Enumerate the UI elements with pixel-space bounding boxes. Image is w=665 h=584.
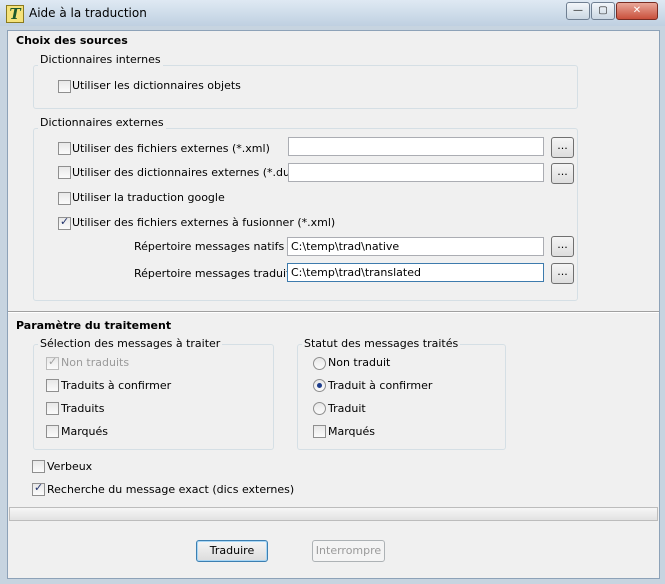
merge-files-label[interactable]: Utiliser des fichiers externes à fusionn… — [72, 216, 335, 229]
translate-button[interactable]: Traduire — [196, 540, 268, 562]
section-separator — [8, 311, 659, 313]
translated-dir-browse-button[interactable]: ... — [551, 263, 574, 284]
select-marques-checkbox[interactable] — [46, 425, 59, 438]
maximize-button[interactable]: ▢ — [591, 2, 615, 20]
message-status-legend: Statut des messages traités — [302, 337, 461, 350]
minimize-button[interactable]: — — [566, 2, 590, 20]
translated-dir-input[interactable]: C:\temp\trad\translated — [287, 263, 544, 282]
select-traduits-label[interactable]: Traduits — [61, 402, 104, 415]
select-non-traduits-label[interactable]: Non traduits — [61, 356, 129, 369]
window-title: Aide à la traduction — [29, 6, 147, 20]
status-a-confirmer-radio[interactable] — [313, 379, 326, 392]
xml-files-browse-button[interactable]: ... — [551, 137, 574, 158]
title-bar[interactable]: T Aide à la traduction — ▢ ✕ — [0, 0, 665, 26]
app-icon: T — [6, 5, 24, 23]
close-button[interactable]: ✕ — [616, 2, 658, 20]
verbose-checkbox[interactable] — [32, 460, 45, 473]
status-traduit-label[interactable]: Traduit — [328, 402, 366, 415]
merge-files-checkbox[interactable] — [58, 215, 71, 230]
exact-search-label[interactable]: Recherche du message exact (dics externe… — [47, 483, 294, 496]
select-marques-label[interactable]: Marqués — [61, 425, 108, 438]
progress-bar — [9, 507, 658, 521]
internal-dictionaries-legend: Dictionnaires internes — [38, 53, 163, 66]
dut-files-path-input[interactable] — [288, 163, 544, 182]
select-a-confirmer-label[interactable]: Traduits à confirmer — [61, 379, 171, 392]
status-non-traduit-radio[interactable] — [313, 357, 326, 370]
status-marques-label[interactable]: Marqués — [328, 425, 375, 438]
select-traduits-checkbox[interactable] — [46, 402, 59, 415]
native-dir-browse-button[interactable]: ... — [551, 236, 574, 257]
dialog-client-area: Choix des sources Dictionnaires internes… — [7, 30, 660, 579]
message-selection-legend: Sélection des messages à traiter — [38, 337, 223, 350]
xml-files-checkbox[interactable] — [58, 142, 71, 155]
interrupt-button[interactable]: Interrompre — [312, 540, 385, 562]
native-dir-label: Répertoire messages natifs : — [134, 240, 292, 253]
status-non-traduit-label[interactable]: Non traduit — [328, 356, 390, 369]
dut-files-browse-button[interactable]: ... — [551, 163, 574, 184]
status-marques-checkbox[interactable] — [313, 425, 326, 438]
status-a-confirmer-label[interactable]: Traduit à confirmer — [328, 379, 432, 392]
use-object-dicts-label[interactable]: Utiliser les dictionnaires objets — [72, 79, 241, 92]
xml-files-label[interactable]: Utiliser des fichiers externes (*.xml) — [72, 142, 270, 155]
verbose-label[interactable]: Verbeux — [47, 460, 92, 473]
status-traduit-radio[interactable] — [313, 402, 326, 415]
xml-files-path-input[interactable] — [288, 137, 544, 156]
dut-files-checkbox[interactable] — [58, 166, 71, 179]
use-object-dicts-checkbox[interactable] — [58, 80, 71, 93]
select-a-confirmer-checkbox[interactable] — [46, 379, 59, 392]
select-non-traduits-checkbox[interactable] — [46, 355, 59, 370]
sources-section-title: Choix des sources — [16, 34, 128, 47]
exact-search-checkbox[interactable] — [32, 481, 45, 496]
google-translate-label[interactable]: Utiliser la traduction google — [72, 191, 225, 204]
processing-section-title: Paramètre du traitement — [16, 319, 172, 332]
google-translate-checkbox[interactable] — [58, 192, 71, 205]
translated-dir-label: Répertoire messages traduits : — [134, 267, 304, 280]
native-dir-input[interactable]: C:\temp\trad\native — [287, 237, 544, 256]
external-dictionaries-legend: Dictionnaires externes — [38, 116, 166, 129]
dut-files-label[interactable]: Utiliser des dictionnaires externes (*.d… — [72, 166, 299, 179]
